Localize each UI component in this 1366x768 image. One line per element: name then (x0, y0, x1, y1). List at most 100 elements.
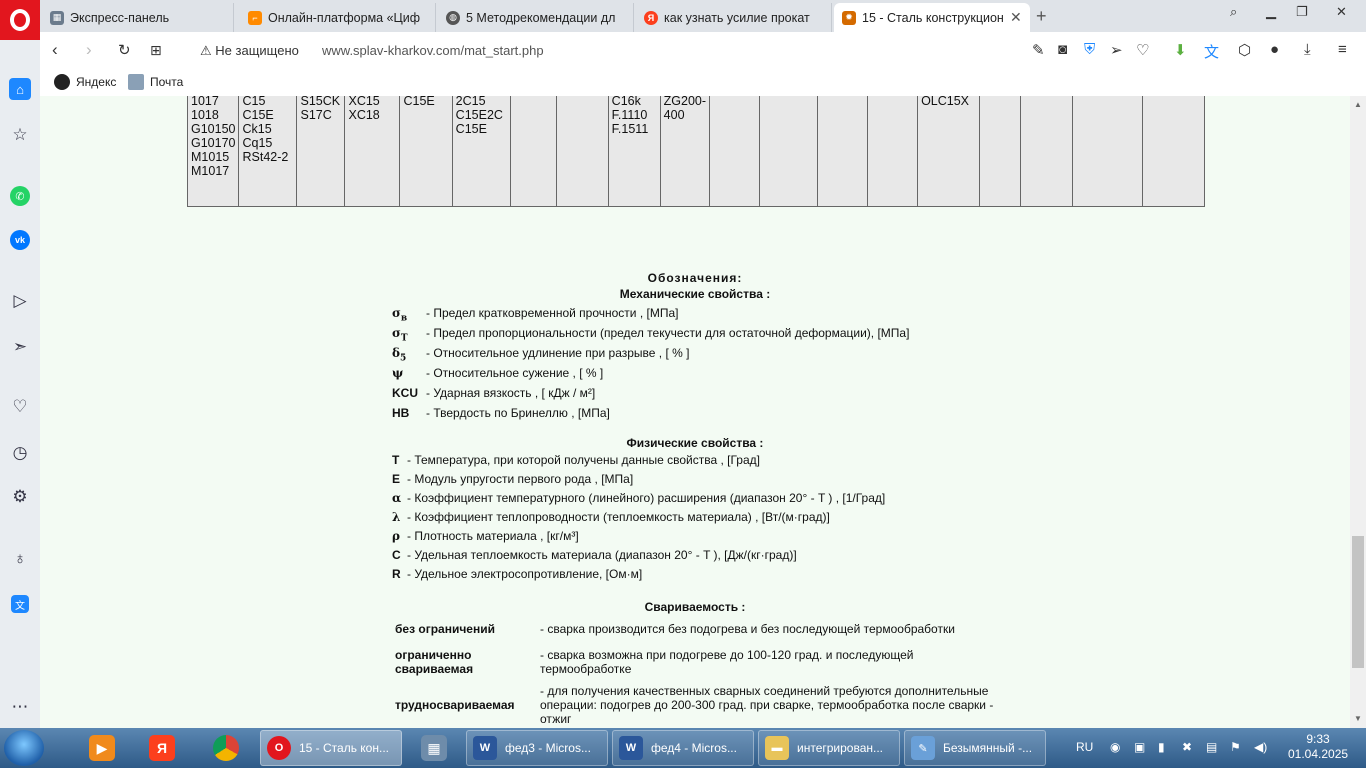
history-clock-icon[interactable]: ◷ (9, 442, 31, 464)
close-window-button[interactable]: ✕ (1336, 4, 1347, 20)
download-green-icon[interactable]: ⬇ (1174, 41, 1187, 59)
physical-legend-row: α - Коэффициент температурного (линейного… (392, 491, 885, 505)
address-bar: ‹ › ↻ ⊞ ⚠ Не защищено www.splav-kharkov.… (40, 32, 1366, 68)
mechanical-legend-row: HB - Твердость по Бринеллю , [МПа] (392, 406, 610, 422)
taskbar-folder[interactable]: ▬ интегрирован... (758, 730, 900, 766)
steel-grade: C15E (455, 122, 487, 136)
tab-label: как узнать усилие прокат (664, 10, 810, 25)
restore-button[interactable]: ❐ (1296, 4, 1308, 20)
send-icon[interactable]: ➢ (1110, 41, 1123, 59)
table-cell: 1.1141C15C15ECk15Cq15RSt42-2 (238, 96, 298, 207)
tray-apps-icon[interactable]: ▣ (1134, 740, 1145, 754)
physical-legend-row: R - Удельное электросопротивление, [Ом·м] (392, 567, 642, 581)
table-cell: OLC15ATOLC15X (917, 96, 980, 207)
heart-icon[interactable]: ♡ (1136, 41, 1149, 59)
taskbar-paint[interactable]: ✎ Безымянный -... (904, 730, 1046, 766)
more-dots-icon[interactable]: ⋯ (9, 696, 31, 718)
tab-yandex-search[interactable]: Я как узнать усилие прокат (636, 3, 832, 32)
table-cell (1020, 96, 1074, 207)
forward-button[interactable]: › (86, 40, 92, 60)
weld-row: ограниченно свариваемая - сварка возможн… (392, 642, 997, 682)
camera-icon[interactable]: ◙ (1058, 41, 1067, 58)
reload-button[interactable]: ↻ (118, 41, 131, 59)
search-tabs-icon[interactable]: ⌕ (1230, 4, 1237, 20)
mechanical-legend-row: ψ - Относительное сужение , [ % ] (392, 366, 603, 383)
translator-icon[interactable]: 文 (11, 595, 29, 613)
tab-steel-active[interactable]: ✹ 15 - Сталь конструкционн ✕ (834, 3, 1030, 32)
language-indicator[interactable]: RU (1076, 740, 1093, 754)
tray-settings-icon[interactable]: ◉ (1110, 740, 1120, 754)
pinned-chrome[interactable] (204, 732, 248, 764)
table-cell: 101610171018G10150G10170M1015M1017 (186, 96, 240, 207)
tab-digital-platform[interactable]: ⌐ Онлайн-платформа «Циф (240, 3, 436, 32)
player-icon[interactable]: ▷ (9, 290, 31, 312)
vk-icon[interactable]: vk (10, 230, 30, 250)
bookmarks-bar: Яндекс Почта (40, 68, 1366, 96)
steel-grade: C15 (242, 96, 266, 108)
mechanical-legend-row: σT - Предел пропорциональности (предел те… (392, 326, 909, 343)
downloads-icon[interactable]: ⤓ (1304, 41, 1311, 58)
menu-icon[interactable]: ≡ (1338, 41, 1347, 58)
bookmark-mail[interactable]: Почта (128, 74, 183, 90)
bookmark-yandex[interactable]: Яндекс (54, 74, 116, 90)
scroll-up-arrow-icon[interactable]: ▲ (1354, 100, 1362, 109)
pinned-media-player[interactable]: ▶ (80, 732, 124, 764)
weld-term: трудносвариваемая (395, 698, 515, 712)
physical-properties-title: Физические свойства : (626, 436, 764, 450)
symbol-subscript: 5 (400, 353, 407, 364)
taskbar-opera-window[interactable]: O 15 - Сталь кон... (260, 730, 402, 766)
network-signal-icon[interactable]: ▮ (1158, 740, 1165, 754)
steel-grade: G10170 (191, 136, 236, 150)
tabs-overview-icon[interactable]: ⊞ (150, 42, 162, 59)
settings-gear-icon[interactable]: ⚙ (9, 486, 31, 508)
tips-bulb-icon[interactable]: ♁ (9, 548, 31, 570)
profile-icon[interactable]: ● (1270, 41, 1279, 58)
shield-check-icon[interactable]: ⛨ (1084, 41, 1095, 58)
pinned-calculator[interactable]: ▦ (412, 732, 456, 764)
start-button[interactable] (4, 730, 44, 766)
taskbar-button-label: Безымянный -... (943, 741, 1033, 755)
home-icon[interactable]: ⌂ (9, 78, 31, 100)
system-clock[interactable]: 9:33 01.04.2025 (1288, 732, 1348, 762)
star-icon[interactable]: ☆ (9, 124, 31, 146)
tray-device-icon[interactable]: ▤ (1206, 740, 1217, 754)
cube-icon[interactable]: ⬡ (1238, 41, 1251, 59)
legend-description: - Температура, при которой получены данн… (407, 453, 760, 467)
minimize-button[interactable]: ▁ (1266, 4, 1276, 20)
pinned-yandex-browser[interactable]: Я (140, 732, 184, 764)
tray-shield-icon[interactable]: ✖ (1182, 740, 1192, 754)
send-sidebar-icon[interactable]: ➣ (9, 336, 31, 358)
url-field[interactable]: www.splav-kharkov.com/mat_start.php (322, 43, 544, 58)
table-cell (709, 96, 761, 207)
steel-grade: RSt42-2 (242, 150, 289, 164)
whatsapp-icon[interactable]: ✆ (10, 186, 30, 206)
steel-grade: XC18 (348, 108, 380, 122)
legend-symbol: T (392, 453, 407, 467)
back-button[interactable]: ‹ (52, 40, 58, 60)
edit-icon[interactable]: ✎ (1032, 41, 1045, 59)
new-tab-button[interactable]: + (1036, 6, 1047, 27)
physical-legend-row: T - Температура, при которой получены дан… (392, 453, 760, 467)
scroll-down-arrow-icon[interactable]: ▼ (1354, 714, 1362, 723)
taskbar-word-fed4[interactable]: W фед4 - Micros... (612, 730, 754, 766)
tab-express-panel[interactable]: ▦ Экспресс-панель (42, 3, 234, 32)
orange-bracket-icon: ⌐ (248, 10, 262, 25)
page-scrollbar[interactable]: ▲ ▼ (1350, 96, 1366, 728)
tab-method-recommendations[interactable]: ◍ 5 Методрекомендации дл (438, 3, 634, 32)
taskbar-button-label: фед4 - Micros... (651, 741, 737, 755)
taskbar-button-label: фед3 - Micros... (505, 741, 591, 755)
symbol-text: σ (392, 306, 401, 320)
tray-flag-icon[interactable]: ⚑ (1230, 740, 1241, 754)
security-indicator[interactable]: ⚠ Не защищено (200, 43, 299, 59)
translate-icon[interactable]: 文 (1204, 41, 1219, 62)
volume-icon[interactable]: ◀) (1254, 740, 1267, 754)
yandex-bookmark-icon (54, 74, 70, 90)
scroll-thumb[interactable] (1352, 536, 1364, 668)
clock-time: 9:33 (1306, 732, 1330, 746)
steel-grade: F.1110 (611, 108, 648, 122)
favorites-heart-icon[interactable]: ♡ (9, 396, 31, 418)
close-tab-icon[interactable]: ✕ (1010, 9, 1022, 26)
table-cell (759, 96, 819, 207)
opera-menu-button[interactable] (0, 0, 40, 40)
taskbar-word-fed3[interactable]: W фед3 - Micros... (466, 730, 608, 766)
